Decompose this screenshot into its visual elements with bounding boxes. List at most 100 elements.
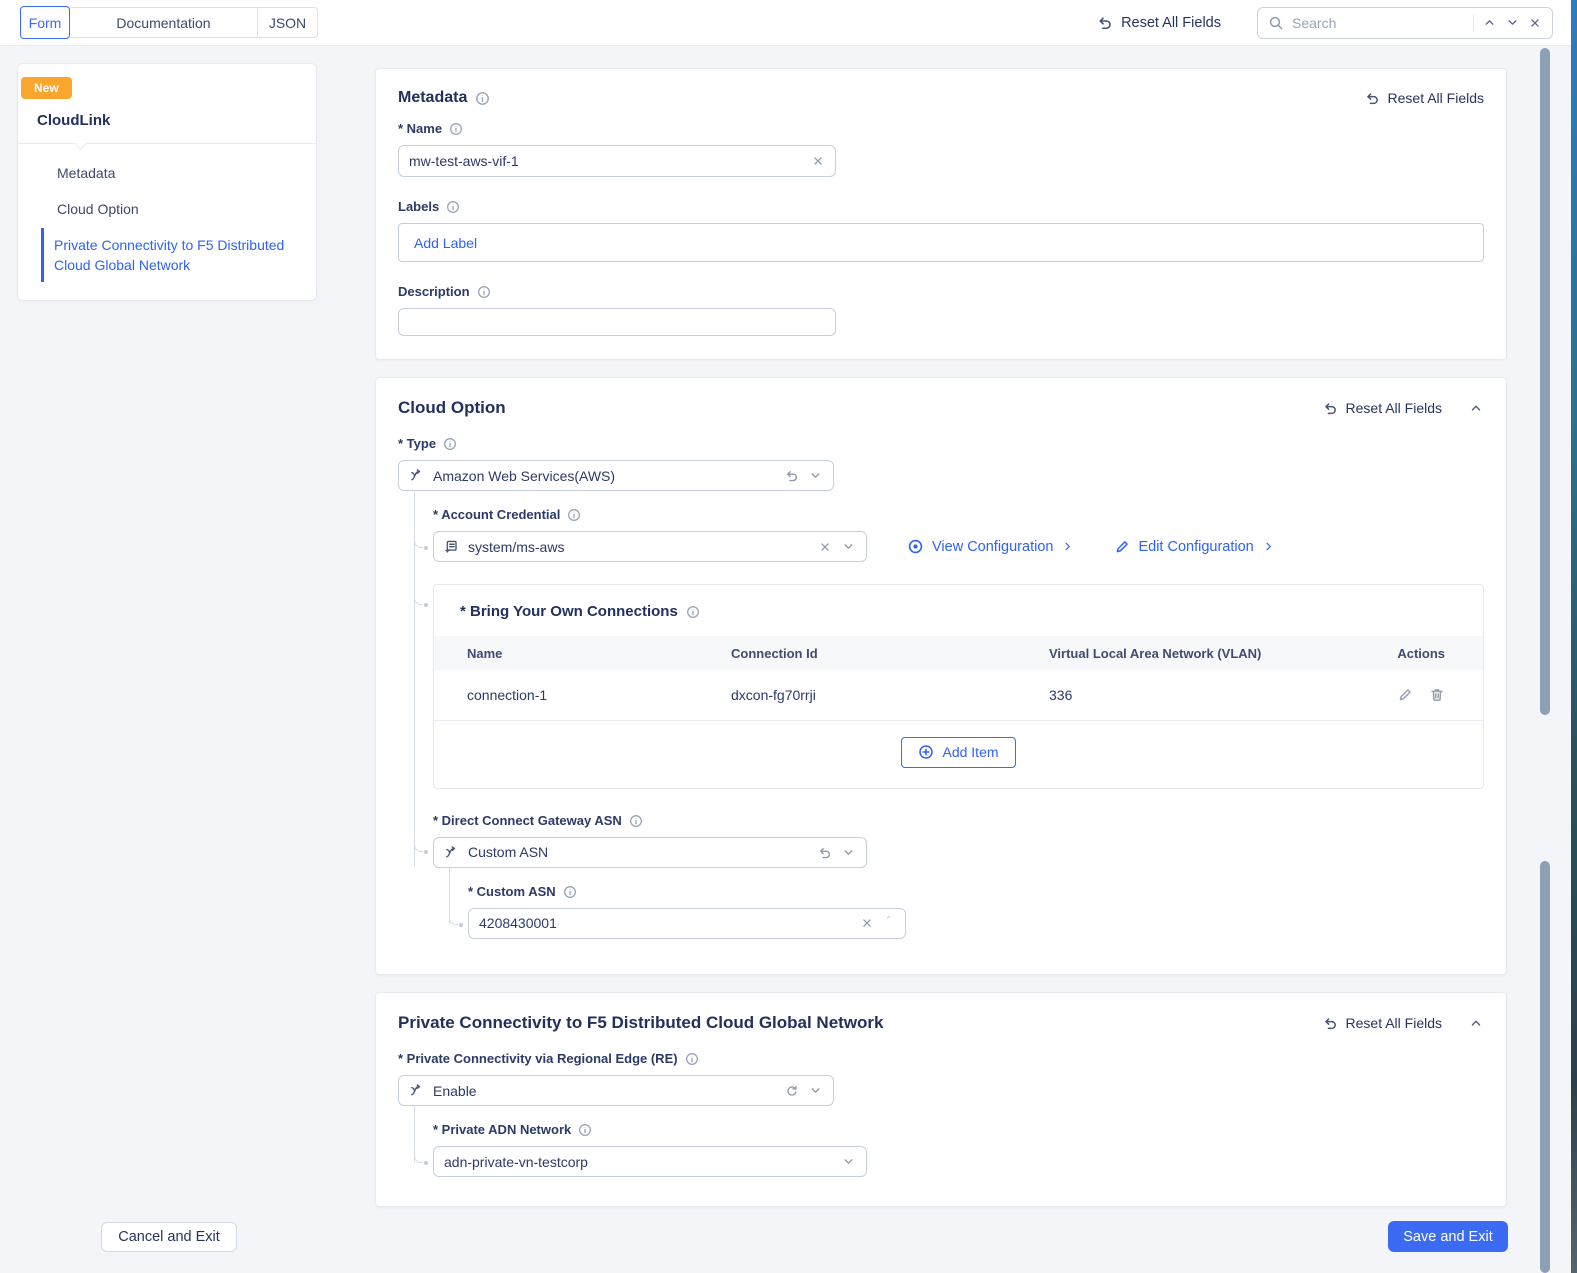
reset-all-fields-global[interactable]: Reset All Fields xyxy=(1096,14,1221,31)
dcg-asn-select[interactable]: Custom ASN xyxy=(433,836,867,868)
metadata-info-icon[interactable] xyxy=(475,91,490,106)
dcg-asn-info-icon[interactable] xyxy=(629,814,643,828)
name-label: * Name xyxy=(398,121,443,136)
re-connectivity-info-icon[interactable] xyxy=(685,1052,699,1066)
cloud-option-section: Cloud Option Reset All Fields * Type Ama… xyxy=(375,377,1507,975)
connector-elbow xyxy=(414,843,428,854)
account-credential-select[interactable]: system/ms-aws xyxy=(433,531,867,562)
pencil-icon xyxy=(1114,539,1130,555)
re-connectivity-refresh-icon[interactable] xyxy=(785,1084,799,1098)
chevron-down-icon[interactable] xyxy=(808,468,823,483)
labels-field[interactable]: Add Label xyxy=(398,223,1484,262)
re-connectivity-label: * Private Connectivity via Regional Edge… xyxy=(398,1051,678,1066)
search-prev-icon[interactable] xyxy=(1482,15,1497,30)
account-credential-info-icon[interactable] xyxy=(567,508,581,522)
labels-info-icon[interactable] xyxy=(446,200,460,214)
cancel-and-exit-button[interactable]: Cancel and Exit xyxy=(101,1222,237,1252)
private-connectivity-title: Private Connectivity to F5 Distributed C… xyxy=(398,1013,884,1032)
tab-json[interactable]: JSON xyxy=(258,7,318,38)
custom-asn-clear-icon[interactable] xyxy=(860,916,874,930)
type-select[interactable]: Amazon Web Services(AWS) xyxy=(398,460,834,491)
metadata-reset-label: Reset All Fields xyxy=(1387,90,1484,106)
search-next-icon[interactable] xyxy=(1505,15,1520,30)
scrollbar-thumb[interactable] xyxy=(1540,48,1550,715)
cloud-option-collapse-icon[interactable] xyxy=(1468,400,1484,416)
private-connectivity-reset-label: Reset All Fields xyxy=(1345,1015,1442,1031)
name-field xyxy=(398,145,836,177)
dcg-asn-reset-icon[interactable] xyxy=(817,845,832,860)
add-item-button[interactable]: Add Item xyxy=(901,736,1016,768)
edit-configuration-link[interactable]: Edit Configuration xyxy=(1114,539,1274,555)
column-vlan: Virtual Local Area Network (VLAN) xyxy=(1049,636,1375,670)
account-credential-clear-icon[interactable] xyxy=(818,540,832,554)
sidebar-divider xyxy=(18,137,316,150)
chevron-right-icon xyxy=(1061,540,1074,553)
custom-asn-field xyxy=(468,907,906,939)
byoc-info-icon[interactable] xyxy=(686,605,700,619)
connector-elbow xyxy=(414,1154,428,1165)
stepper-down-icon[interactable] xyxy=(882,923,895,931)
description-input[interactable] xyxy=(409,314,825,330)
custom-asn-info-icon[interactable] xyxy=(563,885,577,899)
type-label: * Type xyxy=(398,436,437,451)
top-toolbar: Form Documentation JSON Reset All Fields xyxy=(0,0,1577,46)
chevron-down-icon[interactable] xyxy=(808,1083,823,1098)
reference-icon xyxy=(444,539,459,554)
name-clear-icon[interactable] xyxy=(811,154,825,168)
private-connectivity-reset-fields[interactable]: Reset All Fields xyxy=(1322,1015,1442,1031)
adn-network-value: adn-private-vn-testcorp xyxy=(444,1153,588,1170)
number-stepper[interactable] xyxy=(882,915,895,931)
metadata-section: Metadata Reset All Fields * Name Labels … xyxy=(375,68,1507,360)
name-info-icon[interactable] xyxy=(449,122,463,136)
sidebar-item-cloud-option[interactable]: Cloud Option xyxy=(47,192,306,226)
tab-documentation[interactable]: Documentation xyxy=(70,7,258,38)
adn-network-info-icon[interactable] xyxy=(578,1123,592,1137)
description-info-icon[interactable] xyxy=(477,285,491,299)
eye-icon xyxy=(907,538,924,555)
save-and-exit-button[interactable]: Save and Exit xyxy=(1388,1221,1508,1252)
private-connectivity-collapse-icon[interactable] xyxy=(1468,1015,1484,1031)
add-label-button[interactable]: Add Label xyxy=(414,235,477,251)
type-reset-icon[interactable] xyxy=(784,468,799,483)
metadata-reset-fields[interactable]: Reset All Fields xyxy=(1364,90,1484,106)
cell-name: connection-1 xyxy=(434,670,731,721)
byoc-title: * Bring Your Own Connections xyxy=(460,603,678,620)
search-divider xyxy=(1473,14,1474,31)
tab-form[interactable]: Form xyxy=(20,6,70,39)
view-configuration-link[interactable]: View Configuration xyxy=(907,538,1074,555)
connector-line xyxy=(414,491,415,867)
new-badge: New xyxy=(21,77,72,99)
sidebar-item-metadata[interactable]: Metadata xyxy=(47,156,306,190)
choice-branch-icon xyxy=(444,845,459,860)
byoc-header-row: Name Connection Id Virtual Local Area Ne… xyxy=(434,636,1483,670)
stepper-up-icon[interactable] xyxy=(882,915,895,923)
undo-icon xyxy=(1096,14,1113,31)
delete-row-icon[interactable] xyxy=(1429,687,1445,703)
sidebar-item-private-connectivity[interactable]: Private Connectivity to F5 Distributed C… xyxy=(41,228,306,282)
name-input[interactable] xyxy=(409,153,803,169)
re-connectivity-select[interactable]: Enable xyxy=(398,1075,834,1106)
choice-branch-icon xyxy=(409,1083,424,1098)
search-input[interactable] xyxy=(1292,14,1465,31)
chevron-down-icon[interactable] xyxy=(841,539,856,554)
cloud-option-reset-fields[interactable]: Reset All Fields xyxy=(1322,400,1442,416)
edit-row-icon[interactable] xyxy=(1397,687,1413,703)
private-connectivity-section: Private Connectivity to F5 Distributed C… xyxy=(375,992,1507,1207)
type-info-icon[interactable] xyxy=(443,437,457,451)
custom-asn-input[interactable] xyxy=(479,915,852,931)
adn-network-select[interactable]: adn-private-vn-testcorp xyxy=(433,1146,867,1177)
labels-label: Labels xyxy=(398,199,440,214)
undo-icon xyxy=(1322,400,1338,416)
cell-vlan: 336 xyxy=(1049,670,1375,721)
chevron-down-icon[interactable] xyxy=(841,1154,856,1169)
custom-asn-group: * Custom ASN xyxy=(449,867,1484,939)
scrollbar-thumb[interactable] xyxy=(1540,861,1550,1273)
chevron-down-icon[interactable] xyxy=(841,845,856,860)
adn-network-group: * Private ADN Network adn-private-vn-tes… xyxy=(414,1106,1484,1177)
add-item-label: Add Item xyxy=(942,744,999,760)
view-configuration-label: View Configuration xyxy=(932,538,1054,555)
type-value: Amazon Web Services(AWS) xyxy=(433,467,616,484)
dcg-asn-label: * Direct Connect Gateway ASN xyxy=(433,812,622,828)
description-label: Description xyxy=(398,284,470,299)
connector-elbow xyxy=(449,915,463,927)
